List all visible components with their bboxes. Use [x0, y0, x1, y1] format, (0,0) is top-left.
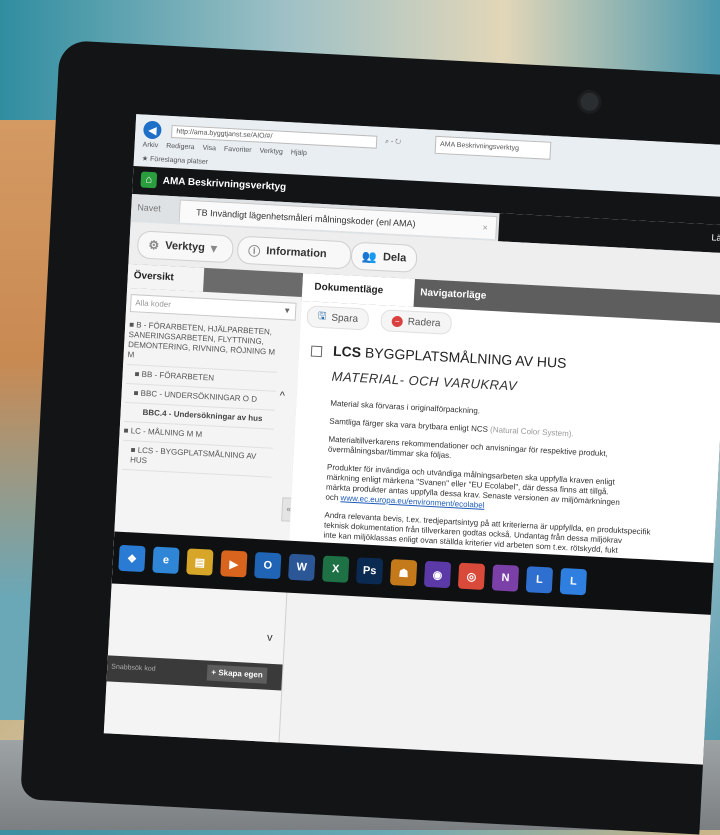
menu-item[interactable]: Hjälp — [291, 149, 307, 157]
save-button[interactable]: 🖫 Spara — [306, 305, 370, 331]
menu-item[interactable]: Arkiv — [142, 141, 158, 149]
internet-explorer-icon[interactable]: e — [152, 546, 180, 574]
document-tab-label: TB Invändigt lägenhetsmåleri målningskod… — [195, 207, 416, 229]
info-icon: ⓘ — [247, 243, 261, 259]
purple-app-icon[interactable]: ◉ — [423, 560, 452, 589]
search-refresh-icon[interactable]: ⌕ - ↻ — [385, 136, 426, 149]
share-label: Dela — [382, 251, 407, 265]
app-title: AMA Beskrivningsverktyg — [162, 175, 287, 194]
favorites-bar[interactable]: ★ Föreslagna platser — [142, 154, 209, 165]
word-icon[interactable]: W — [288, 553, 316, 582]
app-icon[interactable]: ☗ — [389, 559, 418, 587]
back-arrow-icon[interactable]: ◀ — [142, 120, 162, 140]
gear-icon: ⚙ — [148, 237, 160, 253]
section-subheading: MATERIAL- OCH VARUKRAV — [331, 368, 518, 394]
browser-tab[interactable]: AMA Beskrivningsverktyg — [434, 135, 552, 160]
close-icon[interactable]: × — [482, 216, 488, 238]
media-player-icon[interactable]: ▶ — [220, 550, 248, 578]
menu-item[interactable]: Favoriter — [224, 146, 252, 154]
chrome-icon[interactable]: ◎ — [457, 562, 486, 590]
create-own-button[interactable]: + Skapa egen — [206, 664, 268, 684]
favorites-label: Föreslagna platser — [149, 155, 209, 166]
tree-item[interactable]: ■ B - FÖRARBETEN, HJÄLPARBETEN, SANERING… — [127, 316, 280, 373]
photoshop-icon[interactable]: Ps — [355, 557, 384, 585]
laptop-bezel: ◀ http://ama.byggtjanst.se/AIO/#/ ⌕ - ↻ … — [20, 40, 720, 835]
scroll-up-icon[interactable]: ^ — [279, 390, 285, 402]
sidebar-title[interactable]: Översikt — [127, 263, 205, 292]
lync-icon[interactable]: L — [525, 566, 554, 594]
tab-navigator-mode[interactable]: Navigatorläge — [420, 279, 488, 310]
windows-start-icon[interactable]: ❖ — [118, 544, 146, 573]
chevron-down-icon: ▾ — [210, 241, 218, 256]
share-button[interactable]: 👥 Dela — [350, 241, 418, 273]
home-icon[interactable]: ⌂ — [140, 171, 158, 189]
scroll-down-icon[interactable]: v — [267, 632, 273, 644]
menu-item[interactable]: Verktyg — [259, 148, 283, 156]
share-users-icon: 👥 — [361, 249, 378, 264]
code-tree: ■ B - FÖRARBETEN, HJÄLPARBETEN, SANERING… — [121, 316, 280, 478]
delete-icon: − — [391, 315, 404, 327]
outlook-icon[interactable]: O — [254, 551, 282, 580]
save-icon: 🖫 — [317, 310, 327, 322]
information-label: Information — [265, 245, 327, 261]
sidebar: Översikt Alla koder ▼ ■ B - FÖRARBETEN, … — [103, 263, 305, 743]
section-heading: LCS BYGGPLATSMÅLNING AV HUS — [332, 342, 567, 371]
sidebar-footer: Snabbsök kod + Skapa egen — [106, 655, 283, 691]
lync2-icon[interactable]: L — [559, 567, 588, 596]
code-filter-value: Alla koder — [135, 298, 172, 310]
section-checkbox[interactable] — [310, 345, 323, 358]
delete-button[interactable]: − Radera — [380, 309, 453, 335]
dropdown-arrow-icon: ▼ — [282, 306, 292, 316]
save-label: Spara — [331, 312, 359, 325]
menu-item[interactable]: Redigera — [166, 143, 195, 151]
delete-label: Radera — [407, 316, 441, 329]
document-content: LCS BYGGPLATSMÅLNING AV HUS MATERIAL- OC… — [289, 331, 720, 563]
quick-search-input[interactable]: Snabbsök kod — [111, 661, 192, 679]
tab-document-mode[interactable]: Dokumentläge — [301, 273, 415, 307]
onenote-icon[interactable]: N — [491, 564, 520, 592]
tools-label: Verktyg — [164, 239, 206, 254]
excel-icon[interactable]: X — [322, 555, 350, 583]
main-panel: Dokumentläge Navigatorläge 🖫 Spara − Rad… — [289, 273, 720, 563]
menu-item[interactable]: Visa — [202, 145, 216, 153]
header-right-label[interactable]: Län — [711, 232, 720, 243]
webcam-icon — [576, 89, 603, 115]
screen: ◀ http://ama.byggtjanst.se/AIO/#/ ⌕ - ↻ … — [103, 114, 720, 765]
information-button[interactable]: ⓘ Information — [236, 235, 352, 270]
tools-button[interactable]: ⚙ Verktyg ▾ — [136, 230, 235, 264]
file-explorer-icon[interactable]: ▤ — [186, 548, 214, 576]
tab-navet[interactable]: Navet — [137, 202, 161, 213]
